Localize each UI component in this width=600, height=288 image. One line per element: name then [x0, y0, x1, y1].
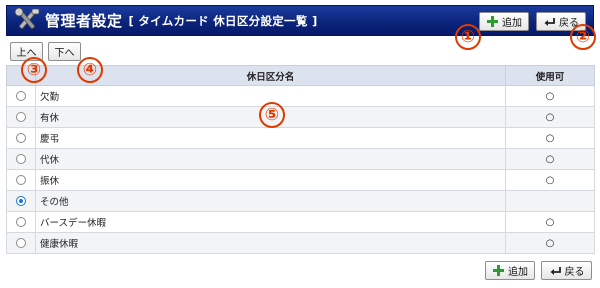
return-arrow-icon — [544, 18, 555, 26]
holiday-name-cell: 振休 — [35, 169, 506, 191]
holiday-category-table: 休日区分名 使用可 欠勤 ○ 有休 ○ 慶弔 ○ 代休 ○ 振休 ○ その他 バースデー休暇 ○ 健康休暇… — [6, 65, 595, 254]
row-select-radio[interactable] — [16, 133, 26, 143]
back-button-bottom[interactable]: 戻る — [541, 261, 592, 280]
add-button-bottom[interactable]: 追加 — [485, 261, 535, 280]
table-row[interactable]: 健康休暇 ○ — [6, 232, 595, 254]
row-select-cell — [6, 232, 36, 254]
available-cell — [505, 190, 595, 212]
row-select-radio[interactable] — [16, 112, 26, 122]
row-select-cell — [6, 106, 36, 128]
row-select-radio[interactable] — [16, 91, 26, 101]
tools-icon — [14, 7, 40, 29]
annotation-marker-3: ③ — [21, 57, 47, 83]
table-row[interactable]: 振休 ○ — [6, 169, 595, 191]
annotation-marker-1: ① — [455, 24, 481, 50]
row-select-radio[interactable] — [16, 175, 26, 185]
available-cell: ○ — [505, 169, 595, 191]
back-button-label: 戻る — [564, 267, 585, 278]
table-row[interactable]: 有休 ○ — [6, 106, 595, 128]
move-down-button[interactable]: 下へ — [48, 42, 81, 61]
page-title: 管理者設定 — [45, 12, 123, 30]
row-select-cell — [6, 211, 36, 233]
row-select-cell — [6, 148, 36, 170]
page-subtitle: [ タイムカード 休日区分設定一覧 ] — [128, 13, 318, 28]
available-cell: ○ — [505, 211, 595, 233]
plus-icon — [493, 265, 504, 276]
return-arrow-icon — [550, 267, 561, 275]
available-column-header: 使用可 — [505, 65, 595, 86]
available-cell: ○ — [505, 232, 595, 254]
row-select-radio[interactable] — [16, 196, 26, 206]
row-select-cell — [6, 190, 36, 212]
available-cell: ○ — [505, 85, 595, 107]
row-select-cell — [6, 85, 36, 107]
add-button[interactable]: 追加 — [479, 12, 529, 31]
name-column-header: 休日区分名 — [35, 65, 506, 86]
annotation-marker-5: ⑤ — [259, 102, 285, 128]
table-row[interactable]: 欠勤 ○ — [6, 85, 595, 107]
add-button-label: 追加 — [508, 267, 528, 278]
annotation-marker-4: ④ — [77, 57, 103, 83]
holiday-name-cell: 慶弔 — [35, 127, 506, 149]
row-select-cell — [6, 127, 36, 149]
row-select-radio[interactable] — [16, 217, 26, 227]
holiday-name-cell: 代休 — [35, 148, 506, 170]
available-cell: ○ — [505, 148, 595, 170]
table-row[interactable]: 慶弔 ○ — [6, 127, 595, 149]
holiday-name-cell: バースデー休暇 — [35, 211, 506, 233]
table-row[interactable]: その他 — [6, 190, 595, 212]
add-button-label: 追加 — [502, 18, 522, 29]
row-select-radio[interactable] — [16, 154, 26, 164]
available-cell: ○ — [505, 106, 595, 128]
holiday-name-cell: 健康休暇 — [35, 232, 506, 254]
annotation-marker-2: ② — [570, 24, 596, 50]
move-down-label: 下へ — [54, 48, 75, 59]
row-select-radio[interactable] — [16, 238, 26, 248]
table-row[interactable]: 代休 ○ — [6, 148, 595, 170]
table-row[interactable]: バースデー休暇 ○ — [6, 211, 595, 233]
row-select-cell — [6, 169, 36, 191]
available-cell: ○ — [505, 127, 595, 149]
holiday-name-cell: その他 — [35, 190, 506, 212]
plus-icon — [487, 16, 498, 27]
